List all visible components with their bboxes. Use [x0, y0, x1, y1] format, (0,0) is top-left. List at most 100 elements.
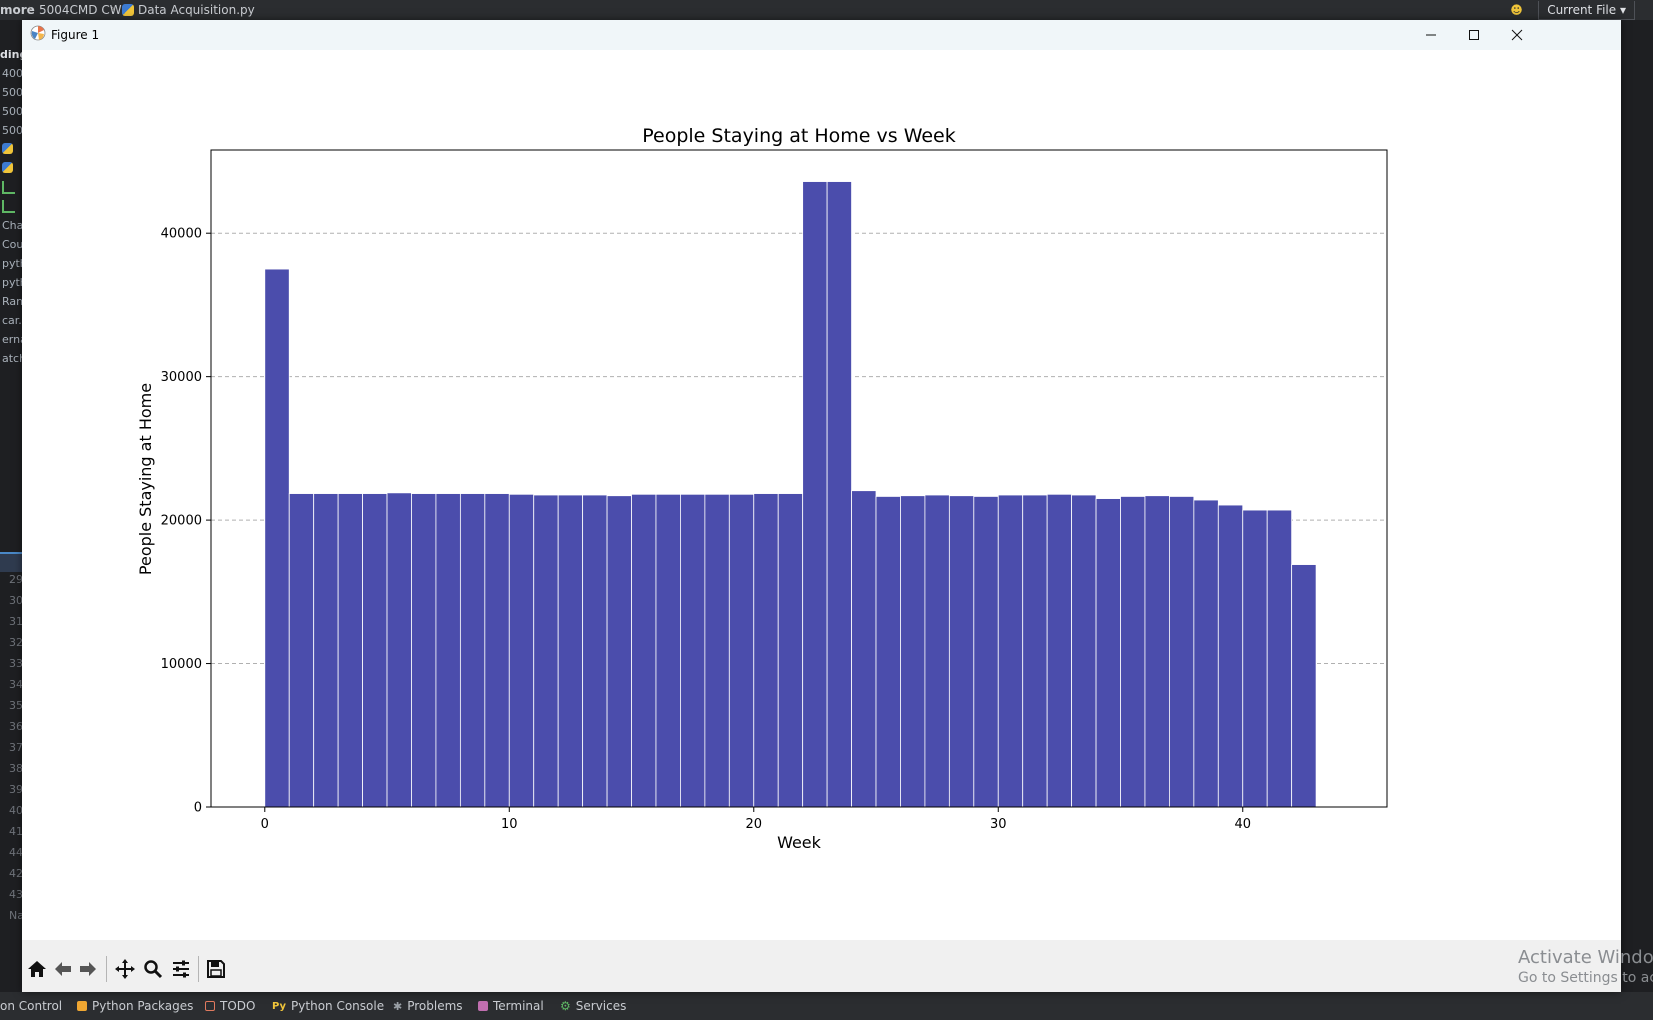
- zoom-button[interactable]: [141, 957, 165, 981]
- packages-icon: [77, 1001, 87, 1011]
- bar: [1071, 494, 1097, 808]
- close-button[interactable]: [1494, 20, 1540, 50]
- line-number: 40: [9, 804, 22, 817]
- ide-tool-window-bar: on Control Python Packages TODO Py Python…: [0, 992, 1653, 1020]
- bar: [948, 495, 975, 808]
- project-tree-item[interactable]: 500: [2, 86, 22, 99]
- line-number: 34: [9, 678, 22, 691]
- project-tree-item[interactable]: [2, 162, 13, 176]
- project-tree-item[interactable]: atch: [2, 352, 22, 365]
- bar: [337, 493, 363, 808]
- python-file-icon: [2, 143, 13, 154]
- terminal-icon: [478, 1001, 488, 1011]
- window-titlebar[interactable]: Figure 1: [22, 20, 1621, 50]
- bar: [606, 495, 632, 808]
- matplotlib-logo-icon: [30, 25, 46, 41]
- bar: [313, 493, 339, 808]
- x-axis-ticks: 0 10 20 30 40: [261, 807, 1251, 832]
- y-tick-label: 10000: [161, 657, 202, 672]
- user-icon[interactable]: ☻▾: [1510, 3, 1528, 31]
- matplotlib-toolbar: [22, 940, 1621, 992]
- tab-problems[interactable]: ✱ Problems: [393, 999, 463, 1013]
- tab-python-console[interactable]: Py Python Console: [272, 999, 384, 1013]
- bar: [1291, 564, 1317, 808]
- breadcrumb-file[interactable]: Data Acquisition.py: [122, 3, 255, 17]
- bar: [1217, 504, 1244, 808]
- bar: [728, 493, 755, 808]
- bar: [973, 496, 999, 808]
- chart-file-icon: [2, 181, 15, 194]
- maximize-icon: [1469, 30, 1479, 40]
- y-axis-label: People Staying at Home: [136, 383, 155, 575]
- chart-canvas[interactable]: 0 10 20 30 40 0 10000 20000 30000 40000 People S…: [22, 50, 1621, 970]
- tab-services[interactable]: ⚙ Services: [560, 999, 626, 1013]
- bar: [435, 493, 461, 808]
- bar: [1242, 509, 1268, 808]
- project-tree-item[interactable]: erna: [2, 333, 22, 346]
- project-tree-item[interactable]: Cou: [2, 238, 22, 251]
- bar: [582, 494, 608, 808]
- project-tree-item[interactable]: pyth: [2, 257, 22, 270]
- toolbar-divider: [198, 956, 199, 982]
- configure-subplots-button[interactable]: [169, 957, 193, 981]
- bar: [900, 495, 926, 808]
- bar: [1046, 493, 1073, 808]
- bar: [1095, 498, 1121, 808]
- minimize-button[interactable]: [1408, 20, 1454, 50]
- project-tree-item[interactable]: 500: [2, 124, 22, 137]
- project-tree-item[interactable]: pyth: [2, 276, 22, 289]
- forward-button[interactable]: [76, 957, 100, 981]
- bar: [1022, 494, 1048, 808]
- tab-services-label: Services: [575, 999, 627, 1013]
- bar: [288, 493, 315, 808]
- run-config-dropdown[interactable]: Current File ▾: [1538, 0, 1635, 20]
- line-number: 38: [9, 762, 22, 775]
- project-tree-item[interactable]: 500: [2, 105, 22, 118]
- project-tree-item[interactable]: 400: [2, 67, 22, 80]
- breadcrumb-separator: ›: [111, 2, 116, 15]
- tab-terminal-label: Terminal: [493, 999, 544, 1013]
- y-tick-label: 20000: [161, 514, 202, 529]
- problems-icon: ✱: [393, 999, 403, 1013]
- editor-tab-data-acquisition[interactable]: [0, 552, 22, 572]
- bar: [655, 493, 681, 808]
- project-tree-item[interactable]: Cha: [2, 219, 22, 232]
- project-tree-item[interactable]: car.: [2, 314, 22, 327]
- project-tree-item[interactable]: [2, 200, 15, 216]
- bar: [777, 493, 804, 808]
- tab-version-control[interactable]: on Control: [0, 999, 62, 1013]
- save-button[interactable]: [204, 957, 228, 981]
- line-number: 39: [9, 783, 22, 796]
- line-number: 36: [9, 720, 22, 733]
- python-file-icon: [2, 162, 13, 173]
- bar: [484, 493, 510, 808]
- line-number: 41: [9, 825, 22, 838]
- bar: [411, 493, 437, 808]
- figure-window: Figure 1 0 10 20 30 40 0 10000 20000 30000 40000…: [22, 20, 1621, 992]
- project-tree-item[interactable]: Ran: [2, 295, 22, 308]
- pan-button[interactable]: [113, 957, 137, 981]
- save-icon: [207, 960, 225, 978]
- breadcrumb-folder[interactable]: 5004CMD CW: [39, 3, 122, 17]
- x-tick-label: 0: [261, 817, 269, 832]
- home-button[interactable]: [25, 957, 49, 981]
- bar: [459, 493, 486, 808]
- back-button[interactable]: [51, 957, 75, 981]
- line-number: 29: [9, 573, 22, 586]
- project-tree-item[interactable]: [2, 181, 15, 197]
- close-icon: [1511, 29, 1523, 41]
- tab-todo[interactable]: TODO: [205, 999, 255, 1013]
- line-number: 33: [9, 657, 22, 670]
- ide-breadcrumb-bar: more › 5004CMD CW › Data Acquisition.py …: [0, 0, 1653, 31]
- bar: [631, 493, 657, 808]
- project-tree-item[interactable]: [2, 143, 13, 157]
- breadcrumb-file-label: Data Acquisition.py: [138, 3, 255, 17]
- tab-python-packages[interactable]: Python Packages: [77, 999, 193, 1013]
- x-tick-label: 20: [745, 817, 762, 832]
- project-tree-item[interactable]: ding: [0, 48, 22, 61]
- bar: [533, 494, 559, 808]
- line-number: 32: [9, 636, 22, 649]
- maximize-button[interactable]: [1451, 20, 1497, 50]
- back-icon: [55, 962, 71, 976]
- tab-terminal[interactable]: Terminal: [478, 999, 544, 1013]
